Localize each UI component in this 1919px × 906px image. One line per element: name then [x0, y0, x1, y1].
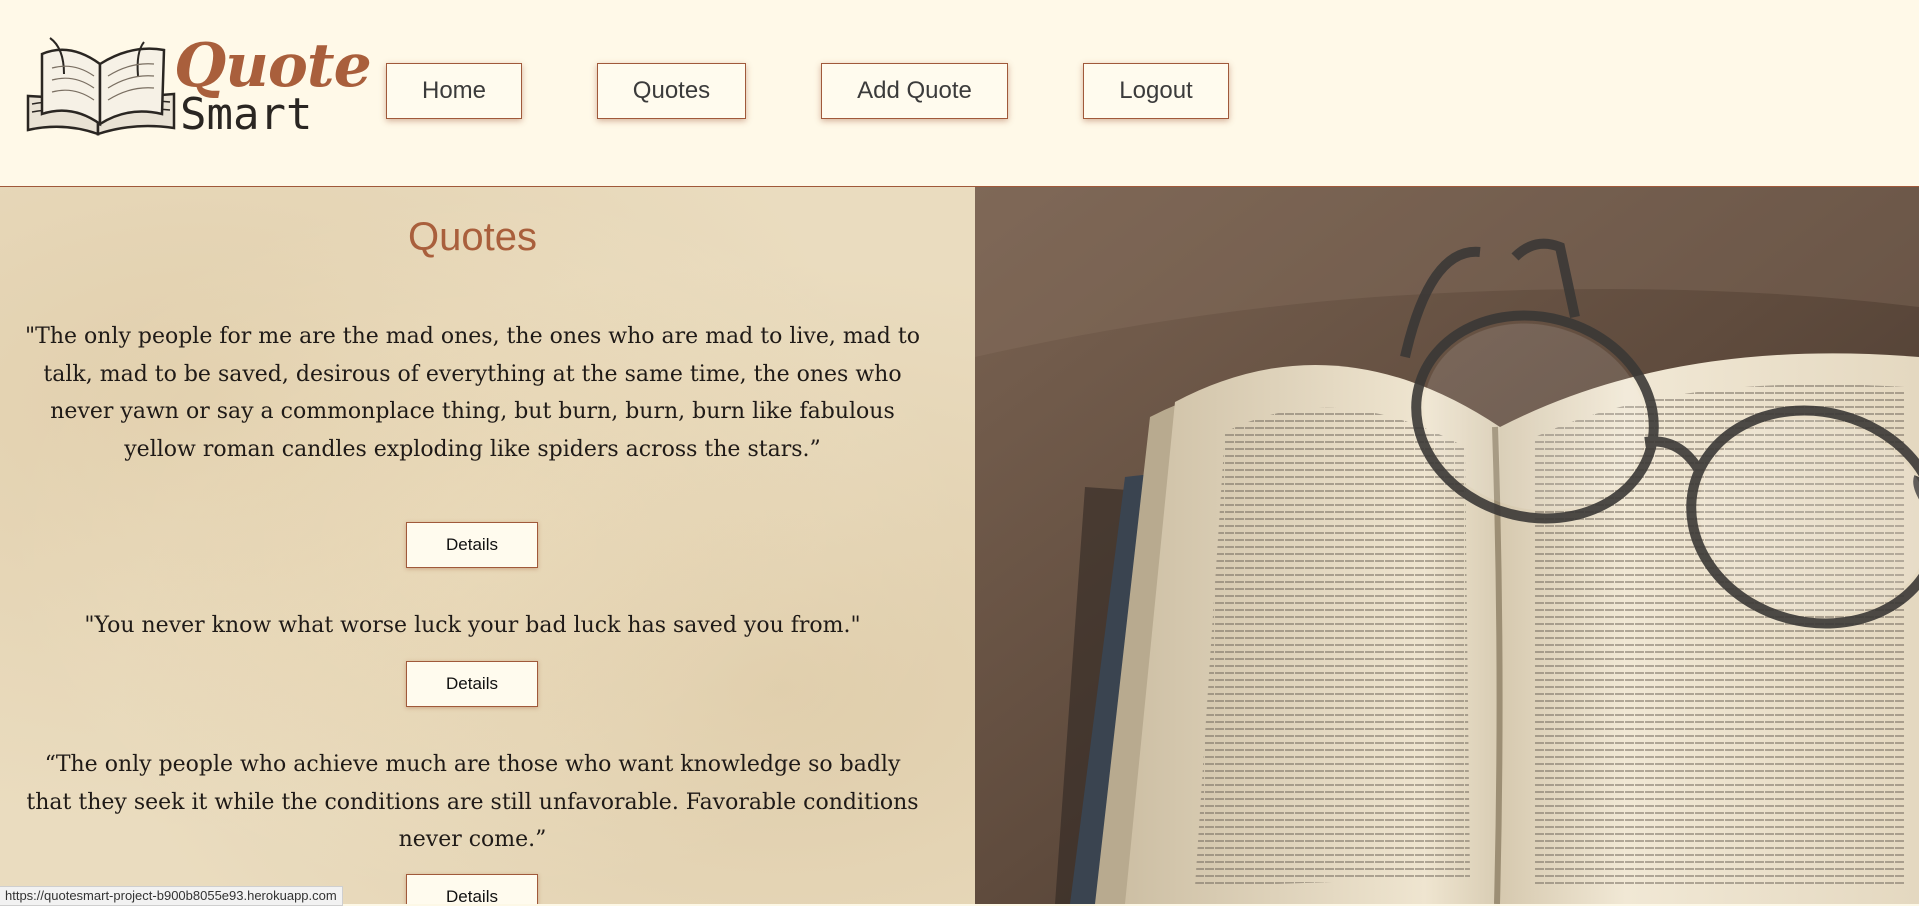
- site-header: Quote Smart Home Quotes Add Quote Logout: [0, 0, 1919, 187]
- quote-details-button[interactable]: Details: [406, 874, 538, 904]
- status-bar-url: https://quotesmart-project-b900b8055e93.…: [0, 886, 343, 906]
- logo-wordmark: Quote Smart: [174, 34, 372, 140]
- nav-quotes-button[interactable]: Quotes: [597, 63, 746, 119]
- quote-text: "You never know what worse luck your bad…: [84, 613, 861, 638]
- nav-add-quote-button[interactable]: Add Quote: [821, 63, 1008, 119]
- hero-image: [975, 187, 1919, 904]
- quote-text: "The only people for me are the mad ones…: [25, 324, 920, 462]
- quote-details-button[interactable]: Details: [406, 661, 538, 707]
- logo-word-smart: Smart: [180, 89, 313, 140]
- open-book-with-glasses-photo: [975, 187, 1919, 904]
- site-logo[interactable]: Quote Smart: [24, 34, 372, 140]
- page-title: Quotes: [408, 215, 537, 259]
- nav-home-button[interactable]: Home: [386, 63, 522, 119]
- nav-logout-button[interactable]: Logout: [1083, 63, 1229, 119]
- quotes-panel: Quotes "The only people for me are the m…: [0, 187, 975, 904]
- quote-details-button[interactable]: Details: [406, 522, 538, 568]
- open-book-icon: [26, 37, 176, 136]
- quote-text: “The only people who achieve much are th…: [26, 752, 919, 852]
